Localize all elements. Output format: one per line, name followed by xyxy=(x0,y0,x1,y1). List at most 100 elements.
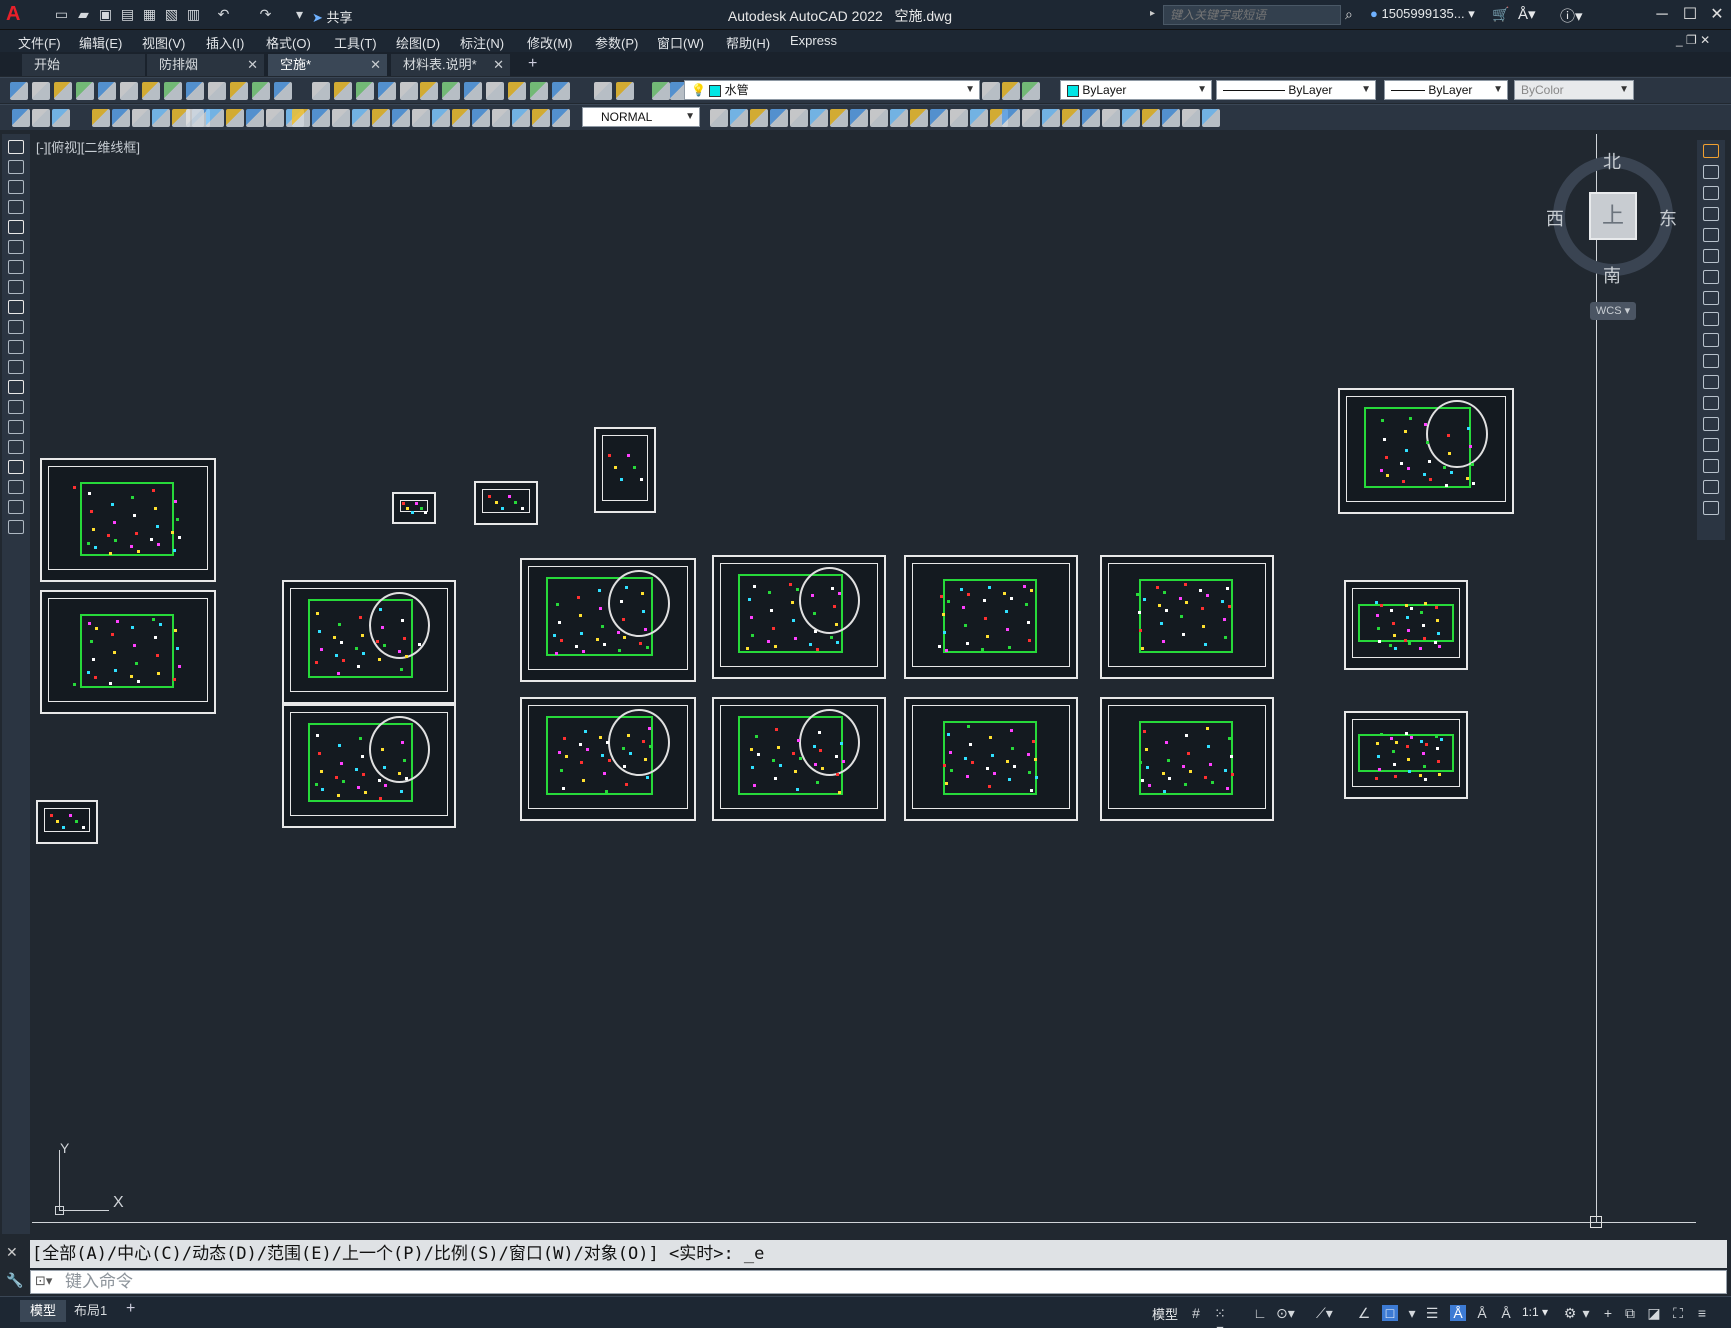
open-file-icon[interactable]: ▰ xyxy=(74,5,93,24)
drawing-sheet[interactable] xyxy=(1344,711,1468,799)
baseline-icon[interactable] xyxy=(552,109,570,127)
save-icon[interactable] xyxy=(616,82,634,100)
compass-west[interactable]: 西 xyxy=(1546,205,1564,231)
menu-tools[interactable]: 工具(T) xyxy=(334,33,377,52)
cut-icon[interactable] xyxy=(1002,82,1020,100)
spline-icon[interactable] xyxy=(8,300,24,314)
plus-icon[interactable]: + xyxy=(1600,1305,1616,1321)
grid-icon[interactable]: # xyxy=(1188,1305,1204,1321)
new-icon[interactable] xyxy=(552,82,570,100)
plotstyle-dropdown[interactable]: ByColor ▼ xyxy=(1514,80,1634,100)
drawing-sheet[interactable] xyxy=(1338,388,1514,514)
layer-properties-icon[interactable] xyxy=(508,82,526,100)
menu-window[interactable]: 窗口(W) xyxy=(657,33,704,52)
polygon-icon[interactable] xyxy=(8,200,24,214)
dim-update-icon[interactable] xyxy=(292,109,310,127)
redo-icon[interactable]: ↷ xyxy=(256,5,275,24)
undo-icon[interactable]: ↶ xyxy=(214,5,233,24)
ellipse-arc-icon[interactable] xyxy=(8,340,24,354)
close-command-icon[interactable]: ✕ xyxy=(6,1244,18,1261)
insert-block-icon[interactable] xyxy=(8,360,24,374)
save-icon[interactable]: ▣ xyxy=(96,5,115,24)
cut-icon[interactable] xyxy=(142,82,160,100)
menu-file[interactable]: 文件(F) xyxy=(18,33,61,52)
compass-north[interactable]: 北 xyxy=(1603,148,1621,174)
quickcalc-icon[interactable] xyxy=(464,82,482,100)
save-to-web-icon[interactable]: ▧ xyxy=(162,5,181,24)
ortho-icon[interactable]: ∟ xyxy=(1252,1305,1268,1321)
baseline-icon[interactable] xyxy=(186,109,204,127)
radius-icon[interactable] xyxy=(112,109,130,127)
arc-length-icon[interactable] xyxy=(412,109,430,127)
dim-update-icon[interactable] xyxy=(1182,109,1200,127)
angular-icon[interactable] xyxy=(1022,109,1040,127)
mirror-icon[interactable] xyxy=(1703,186,1719,200)
close-tab-icon[interactable]: ✕ xyxy=(370,54,381,76)
osnap-dropdown-icon[interactable]: ▾ xyxy=(1404,1305,1420,1321)
match-properties-icon[interactable] xyxy=(208,82,226,100)
orbit-icon[interactable] xyxy=(850,109,868,127)
customize-dropdown-icon[interactable]: ▾ xyxy=(290,5,309,24)
pan-icon[interactable] xyxy=(274,82,292,100)
help-icon[interactable]: ⓘ▾ xyxy=(1560,5,1583,26)
drawing-sheet[interactable] xyxy=(520,558,696,682)
gradient-icon[interactable] xyxy=(8,440,24,454)
object-snap-icon[interactable]: □ xyxy=(1382,1305,1398,1321)
new-icon[interactable] xyxy=(10,82,28,100)
app-logo[interactable]: A xyxy=(6,3,36,27)
menu-parametric[interactable]: 参数(P) xyxy=(595,33,638,52)
quick-dim-icon[interactable] xyxy=(532,109,550,127)
drawing-sheet[interactable] xyxy=(904,697,1078,821)
publish-icon[interactable] xyxy=(982,82,1000,100)
diameter-icon[interactable] xyxy=(152,109,170,127)
open-icon[interactable] xyxy=(594,82,612,100)
search-input[interactable] xyxy=(1163,5,1341,25)
drawing-sheet[interactable] xyxy=(1100,697,1274,821)
ordinate-icon[interactable] xyxy=(92,109,110,127)
baseline-icon[interactable] xyxy=(1062,109,1080,127)
markup-icon[interactable] xyxy=(442,82,460,100)
copy-icon[interactable] xyxy=(164,82,182,100)
orbit-icon[interactable] xyxy=(332,109,350,127)
aligned-dim-icon[interactable] xyxy=(392,109,410,127)
design-center-icon[interactable] xyxy=(378,82,396,100)
layout-tab-model[interactable]: 模型 xyxy=(20,1300,67,1322)
point-icon[interactable] xyxy=(8,400,24,414)
menu-modify[interactable]: 修改(M) xyxy=(527,33,573,52)
copy-icon[interactable] xyxy=(1022,82,1040,100)
auto-scale-icon[interactable]: Å xyxy=(1474,1305,1490,1321)
viewport-controls[interactable]: [-][俯视][二维线框] xyxy=(36,137,140,156)
dimstyle-dropdown[interactable]: NORMAL ▼ xyxy=(582,107,700,127)
radius-icon[interactable] xyxy=(970,109,988,127)
customize-wrench-icon[interactable]: 🔧 xyxy=(6,1272,23,1289)
drawing-sheet[interactable] xyxy=(392,492,436,524)
dim-edit-icon[interactable] xyxy=(1162,109,1180,127)
sheet-set-icon[interactable] xyxy=(420,82,438,100)
menu-help[interactable]: 帮助(H) xyxy=(726,33,770,52)
autodesk-app-icon[interactable]: Å▾ xyxy=(1518,5,1536,23)
extend-icon[interactable] xyxy=(1703,354,1719,368)
publish-icon[interactable] xyxy=(120,82,138,100)
wcs-menu[interactable]: WCS ▾ xyxy=(1590,302,1636,320)
ordinate-icon[interactable] xyxy=(950,109,968,127)
undo-icon[interactable] xyxy=(230,82,248,100)
drawing-sheet[interactable] xyxy=(36,800,98,844)
aligned-dim-icon[interactable] xyxy=(910,109,928,127)
add-layout-icon[interactable]: + xyxy=(126,1300,135,1318)
break-at-point-icon[interactable] xyxy=(1703,375,1719,389)
array-icon[interactable] xyxy=(1703,228,1719,242)
plot-icon[interactable] xyxy=(76,82,94,100)
object-snap-tracking-icon[interactable]: ∠ xyxy=(1356,1305,1372,1321)
drawing-sheet[interactable] xyxy=(712,555,886,679)
revision-cloud-icon[interactable] xyxy=(8,280,24,294)
break-icon[interactable] xyxy=(1703,396,1719,410)
center-mark-icon[interactable] xyxy=(246,109,264,127)
trim-icon[interactable] xyxy=(1703,333,1719,347)
layer-tool-icon[interactable] xyxy=(870,109,888,127)
fillet-icon[interactable] xyxy=(1703,459,1719,473)
continue-icon[interactable] xyxy=(1082,109,1100,127)
drawing-sheet[interactable] xyxy=(1344,580,1468,670)
preview-icon[interactable] xyxy=(98,82,116,100)
compass-east[interactable]: 东 xyxy=(1659,205,1677,231)
close-tab-icon[interactable]: ✕ xyxy=(493,54,504,76)
